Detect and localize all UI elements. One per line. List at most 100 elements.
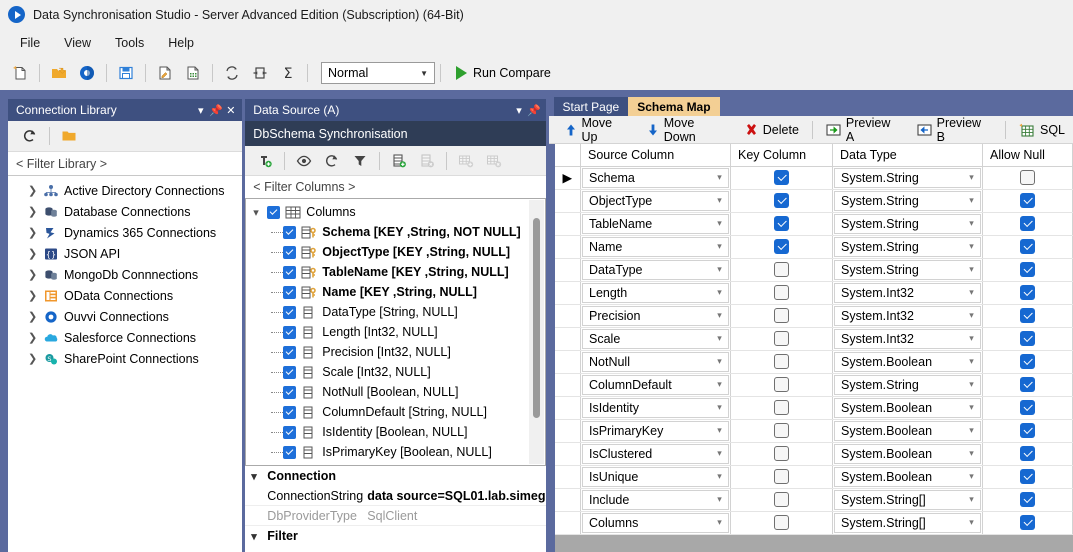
key-column-checkbox[interactable] — [774, 262, 789, 277]
source-column-cell[interactable]: IsClustered ▾ — [580, 442, 731, 466]
key-column-checkbox[interactable] — [774, 193, 789, 208]
grid-header-data-type[interactable]: Data Type — [832, 144, 983, 167]
chevron-down-icon[interactable]: ▾ — [711, 172, 728, 183]
sidebar-item-active-directory[interactable]: ❯ Active Directory Connections — [8, 180, 242, 201]
source-column-cell[interactable]: NotNull ▾ — [580, 350, 731, 374]
library-filter-input[interactable]: < Filter Library > — [8, 152, 243, 176]
allow-null-checkbox[interactable] — [1020, 377, 1035, 392]
key-column-checkbox[interactable] — [774, 400, 789, 415]
open-folder-icon[interactable] — [45, 60, 73, 86]
column-node[interactable]: TableName [KEY ,String, NULL] — [246, 262, 544, 282]
row-selector-cell[interactable] — [554, 281, 581, 305]
column-node[interactable]: Scale [Int32, NULL] — [246, 362, 544, 382]
key-column-cell[interactable] — [730, 281, 833, 305]
table-row[interactable]: ObjectType ▾ System.String ▾ — [554, 189, 1073, 213]
chevron-right-icon[interactable]: ❯ — [28, 268, 42, 281]
allow-null-cell[interactable] — [982, 166, 1073, 190]
source-column-cell[interactable]: Scale ▾ — [580, 327, 731, 351]
property-value[interactable]: data source=SQL01.lab.simeg — [361, 489, 545, 503]
chevron-down-icon[interactable]: ▾ — [512, 102, 527, 118]
sidebar-item-salesforce[interactable]: ❯ Salesforce Connections — [8, 327, 242, 348]
key-column-cell[interactable] — [730, 212, 833, 236]
chevron-down-icon[interactable]: ▾ — [963, 471, 980, 482]
key-column-checkbox[interactable] — [774, 170, 789, 185]
property-group-connection[interactable]: ▾ Connection — [245, 466, 546, 486]
add-connection-icon[interactable] — [251, 148, 279, 174]
data-type-cell[interactable]: System.String ▾ — [832, 258, 983, 282]
allow-null-checkbox[interactable] — [1020, 170, 1035, 185]
sync-arrows-icon[interactable] — [218, 60, 246, 86]
allow-null-checkbox[interactable] — [1020, 469, 1035, 484]
chevron-down-icon[interactable]: ▾ — [963, 517, 980, 528]
key-column-cell[interactable] — [730, 511, 833, 535]
table-row[interactable]: Include ▾ System.String[] ▾ — [554, 488, 1073, 512]
chevron-down-icon[interactable]: ▾ — [711, 241, 728, 252]
column-checkbox[interactable] — [283, 405, 297, 419]
preview-a-button[interactable]: Preview A — [818, 116, 909, 144]
allow-null-checkbox[interactable] — [1020, 400, 1035, 415]
data-type-cell[interactable]: System.String[] ▾ — [832, 511, 983, 535]
allow-null-cell[interactable] — [982, 396, 1073, 420]
move-up-button[interactable]: Move Up — [557, 116, 639, 144]
data-type-cell[interactable]: System.Int32 ▾ — [832, 281, 983, 305]
property-group-filter[interactable]: ▾ Filter — [245, 526, 546, 546]
allow-null-cell[interactable] — [982, 419, 1073, 443]
chevron-down-icon[interactable]: ▾ — [963, 402, 980, 413]
table-row[interactable]: IsClustered ▾ System.Boolean ▾ — [554, 442, 1073, 466]
data-type-cell[interactable]: System.String ▾ — [832, 235, 983, 259]
chevron-down-icon[interactable]: ▾ — [711, 448, 728, 459]
row-selector-cell[interactable] — [554, 235, 581, 259]
chevron-down-icon[interactable]: ▾ — [963, 310, 980, 321]
allow-null-cell[interactable] — [982, 442, 1073, 466]
chevron-down-icon[interactable]: ▾ — [711, 264, 728, 275]
data-type-cell[interactable]: System.String ▾ — [832, 373, 983, 397]
chevron-down-icon[interactable]: ▾ — [711, 402, 728, 413]
column-checkbox[interactable] — [283, 265, 297, 279]
data-type-cell[interactable]: System.String ▾ — [832, 166, 983, 190]
data-type-cell[interactable]: System.Boolean ▾ — [832, 419, 983, 443]
column-node[interactable]: IsPrimaryKey [Boolean, NULL] — [246, 442, 544, 462]
tab-start-page[interactable]: Start Page — [553, 97, 629, 116]
data-type-cell[interactable]: System.String[] ▾ — [832, 488, 983, 512]
chevron-down-icon[interactable]: ▾ — [193, 102, 208, 118]
eye-preview-icon[interactable] — [290, 148, 318, 174]
chevron-down-icon[interactable]: ▾ — [253, 206, 267, 219]
allow-null-checkbox[interactable] — [1020, 423, 1035, 438]
sidebar-item-ouvvi[interactable]: ❯ Ouvvi Connections — [8, 306, 242, 327]
allow-null-cell[interactable] — [982, 488, 1073, 512]
move-down-button[interactable]: Move Down — [639, 116, 737, 144]
row-selector-cell[interactable] — [554, 442, 581, 466]
row-selector-cell[interactable] — [554, 488, 581, 512]
grid-header-allow-null[interactable]: Allow Null — [982, 144, 1073, 167]
source-column-cell[interactable]: DataType ▾ — [580, 258, 731, 282]
chevron-down-icon[interactable]: ▾ — [963, 172, 980, 183]
data-type-cell[interactable]: System.Boolean ▾ — [832, 396, 983, 420]
column-checkbox[interactable] — [283, 245, 297, 259]
sidebar-item-json-api[interactable]: ❯ {} JSON API — [8, 243, 242, 264]
source-column-cell[interactable]: TableName ▾ — [580, 212, 731, 236]
tab-schema-map[interactable]: Schema Map — [628, 97, 720, 116]
key-column-checkbox[interactable] — [774, 469, 789, 484]
allow-null-checkbox[interactable] — [1020, 515, 1035, 530]
sql-button[interactable]: SQL — [1011, 118, 1073, 142]
data-type-cell[interactable]: System.Boolean ▾ — [832, 465, 983, 489]
pin-icon[interactable]: 📌 — [527, 102, 542, 118]
row-selector-cell[interactable]: ▶ — [554, 166, 581, 190]
allow-null-cell[interactable] — [982, 189, 1073, 213]
allow-null-checkbox[interactable] — [1020, 331, 1035, 346]
allow-null-checkbox[interactable] — [1020, 492, 1035, 507]
table-row[interactable]: DataType ▾ System.String ▾ — [554, 258, 1073, 282]
save-disk-icon[interactable] — [112, 60, 140, 86]
key-column-cell[interactable] — [730, 327, 833, 351]
allow-null-checkbox[interactable] — [1020, 239, 1035, 254]
sidebar-item-database[interactable]: ❯ Database Connections — [8, 201, 242, 222]
column-node[interactable]: IsIdentity [Boolean, NULL] — [246, 422, 544, 442]
compare-mode-select[interactable]: Normal ▼ — [321, 62, 435, 84]
table-row[interactable]: IsUnique ▾ System.Boolean ▾ — [554, 465, 1073, 489]
column-checkbox[interactable] — [283, 325, 297, 339]
columns-filter-input[interactable]: < Filter Columns > — [245, 176, 546, 199]
allow-null-cell[interactable] — [982, 327, 1073, 351]
chevron-down-icon[interactable]: ▾ — [711, 287, 728, 298]
menu-view[interactable]: View — [52, 33, 103, 53]
allow-null-cell[interactable] — [982, 350, 1073, 374]
